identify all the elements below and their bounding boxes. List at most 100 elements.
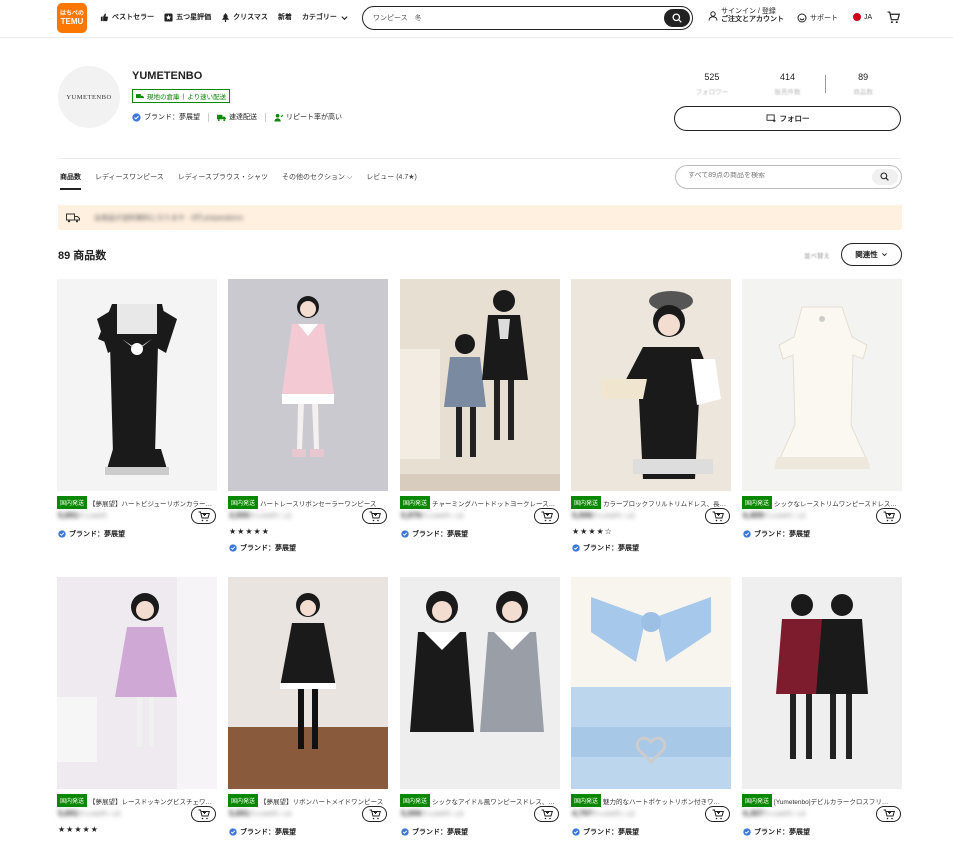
price-sub: 円 4,949円 / 1点 <box>421 514 465 520</box>
nav-five-star[interactable]: 五つ星評価 <box>164 12 211 22</box>
warehouse-tag: 現地の倉庫 | より速い配送 <box>132 89 231 103</box>
price-value: 6,307 <box>743 809 764 818</box>
product-card[interactable]: 国内発送 シックなレーストリムワンピースドレス、… 6,409円 4,949円 /… <box>742 279 902 553</box>
product-image[interactable] <box>228 279 388 491</box>
delivery-truck-icon <box>217 114 226 121</box>
feature-label: リピート率が高い <box>286 114 342 121</box>
support-link[interactable]: サポート <box>797 13 838 23</box>
brand-label: ブランド：夢展望 <box>401 529 468 539</box>
sort-dropdown[interactable]: 関連性 <box>841 243 902 266</box>
product-meta: 国内発送 魅力的なハートポケットリボン付きワ… 4,797円 4,949円 / 1… <box>571 789 731 844</box>
tab-label: レビュー (4.7★) <box>366 174 417 181</box>
brand-label: ブランド：夢展望 <box>58 529 125 539</box>
add-to-cart-button[interactable] <box>362 508 387 524</box>
add-to-cart-button[interactable] <box>534 508 559 524</box>
signin-line2: ご注文とアカウント <box>721 16 784 23</box>
product-image[interactable] <box>742 577 902 789</box>
add-to-cart-button[interactable] <box>876 806 901 822</box>
add-to-cart-button[interactable] <box>362 806 387 822</box>
product-meta: 国内発送 【夢展望】ハートビジューリボンカラークワ… 5,691円 4,949円 … <box>57 491 217 553</box>
add-to-cart-button[interactable] <box>191 508 216 524</box>
domestic-badge: 国内発送 <box>571 496 602 509</box>
nav-christmas[interactable]: クリスマス <box>221 12 268 22</box>
sort-value: 関連性 <box>855 250 878 259</box>
cart-button[interactable] <box>887 11 900 24</box>
add-to-cart-button[interactable] <box>705 508 730 524</box>
main-search-button[interactable] <box>664 9 690 27</box>
product-image[interactable] <box>57 279 217 491</box>
nav-categories[interactable]: カテゴリー <box>302 12 349 22</box>
product-image[interactable] <box>400 577 560 789</box>
add-cart-icon <box>369 809 381 820</box>
verified-badge-icon <box>743 530 751 538</box>
product-card[interactable]: 国内発送 カラーブロックフリルトリムドレス、長… 5,006円 4,949円 / … <box>571 279 731 553</box>
signin-link[interactable]: サインイン / 登録 ご注文とアカウント <box>708 8 784 24</box>
tab-reviews[interactable]: レビュー (4.7★) <box>366 172 417 187</box>
add-to-cart-button[interactable] <box>705 806 730 822</box>
brand-label: ブランド：夢展望 <box>572 827 639 837</box>
store-tabs: 商品数 レディースワンピース レディースブラウス・シャツ その他のセクション ⌵… <box>60 172 417 190</box>
product-image[interactable] <box>571 279 731 491</box>
logo-bottom-text: TEMU <box>60 17 84 26</box>
product-image[interactable] <box>57 577 217 789</box>
price-sub: 円 4,949円 / 1点 <box>249 812 293 818</box>
tree-icon <box>222 12 230 22</box>
price-value: 5,006 <box>401 809 422 818</box>
product-title: 国内発送 【夢展望】レースドッキングビスチェワ… <box>57 794 217 807</box>
product-card[interactable]: 国内発送 ハートレースリボンセーラーワンピース 3,555円 4,949円 / 1… <box>228 279 388 553</box>
add-to-cart-button[interactable] <box>876 508 901 524</box>
add-to-cart-button[interactable] <box>534 806 559 822</box>
search-icon <box>672 13 682 23</box>
star-rating: ★★★★★ <box>229 527 270 536</box>
product-card[interactable]: 国内発送 シックなアイドル風ワンピースドレス、… 5,006円 4,949円 / … <box>400 577 560 844</box>
domestic-badge: 国内発送 <box>400 496 431 509</box>
product-card[interactable]: 国内発送 【夢展望】ハートビジューリボンカラークワ… 5,691円 4,949円 … <box>57 279 217 553</box>
truck-icon <box>136 93 144 98</box>
verified-badge-icon <box>572 828 580 836</box>
stat-sales: 414 販売件数 <box>750 72 826 96</box>
product-card[interactable]: 国内発送チャーミングハートドットヨークレースアップ… 5,976円 4,949円… <box>400 279 560 553</box>
product-card[interactable]: 国内発送 魅力的なハートポケットリボン付きワ… 4,797円 4,949円 / 1… <box>571 577 731 844</box>
product-title: 国内発送 ハートレースリボンセーラーワンピース <box>228 496 388 509</box>
domestic-badge: 国内発送 <box>57 794 88 807</box>
nav-new[interactable]: 新着 <box>278 12 292 22</box>
add-cart-icon <box>198 809 210 820</box>
nav-best-sellers[interactable]: ベストセラー <box>100 12 154 22</box>
shipping-banner: 全商品が送料無料になります · 0円 preparations <box>58 205 902 230</box>
temu-logo[interactable]: はちべの TEMU <box>57 3 87 33</box>
product-image[interactable] <box>228 577 388 789</box>
product-image[interactable] <box>742 279 902 491</box>
product-price: 6,307円 4,949円 / 1点 <box>743 809 806 818</box>
main-search-input[interactable] <box>373 12 653 24</box>
product-price: 5,691円 4,949円 <box>58 511 107 520</box>
product-card[interactable]: 国内発送 [Yumetenbo]デビルカラークロスフリ… 6,307円 4,949… <box>742 577 902 844</box>
add-to-cart-button[interactable] <box>191 806 216 822</box>
chevron-down-icon: ⌵ <box>346 174 353 181</box>
price-sub: 円 4,949円 <box>78 514 107 520</box>
product-price: 5,006円 4,949円 / 1点 <box>401 809 464 818</box>
product-image[interactable] <box>400 279 560 491</box>
nav-label: クリスマス <box>233 14 268 21</box>
tab-label: レディースワンピース <box>95 174 164 181</box>
tab-ladies-blouses[interactable]: レディースブラウス・シャツ <box>178 172 268 187</box>
tab-ladies-dresses[interactable]: レディースワンピース <box>95 172 164 187</box>
verified-badge-icon <box>743 828 751 836</box>
product-card[interactable]: 国内発送 【夢展望】リボンハートメイドワンピース 5,691円 4,949円 / … <box>228 577 388 844</box>
verified-badge-icon <box>572 544 580 552</box>
store-search-button[interactable] <box>872 169 898 185</box>
product-card[interactable]: 国内発送 【夢展望】レースドッキングビスチェワ… 5,691円 4,949円 / … <box>57 577 217 844</box>
feature-label: ブランド：夢展望 <box>144 114 200 121</box>
language-label: JA <box>864 13 873 21</box>
tab-other-sections[interactable]: その他のセクション ⌵ <box>282 172 352 187</box>
add-cart-icon <box>541 809 553 820</box>
follow-button[interactable]: フォロー <box>674 106 901 131</box>
product-meta: 国内発送チャーミングハートドットヨークレースアップ… 5,976円 4,949円… <box>400 491 560 553</box>
language-selector[interactable]: JA <box>853 13 872 21</box>
stat-label: 販売件数 <box>774 89 801 96</box>
tab-products[interactable]: 商品数 <box>60 172 81 190</box>
signin-line1: サインイン / 登録 <box>721 8 776 15</box>
avatar-text: YUMETENBO <box>66 93 112 101</box>
add-cart-icon <box>883 511 895 522</box>
product-image[interactable] <box>571 577 731 789</box>
store-search-input[interactable] <box>688 172 868 179</box>
